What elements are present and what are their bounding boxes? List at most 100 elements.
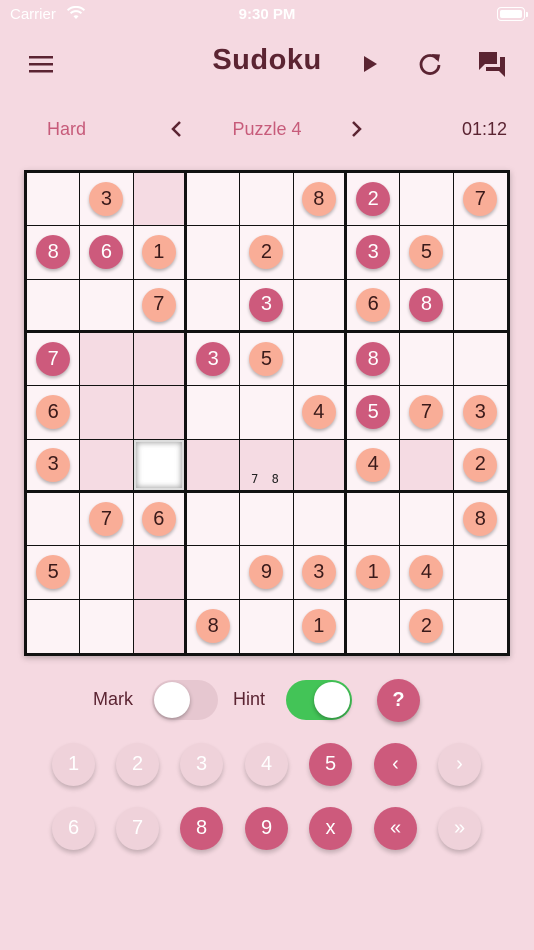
play-button[interactable] <box>356 50 384 78</box>
sudoku-cell[interactable] <box>293 279 347 333</box>
redo-all-key[interactable]: » <box>438 807 481 850</box>
chat-button[interactable] <box>476 48 508 80</box>
sudoku-cell[interactable] <box>346 492 401 547</box>
sudoku-cell[interactable]: 7 <box>400 386 454 440</box>
digit-3-key[interactable]: 3 <box>180 743 223 786</box>
help-button[interactable]: ? <box>377 679 420 722</box>
sudoku-cell[interactable] <box>80 599 134 653</box>
sudoku-cell[interactable] <box>80 332 134 387</box>
sudoku-cell[interactable]: 4 <box>293 386 347 440</box>
sudoku-cell[interactable] <box>27 492 81 547</box>
sudoku-cell[interactable] <box>133 599 187 653</box>
sudoku-cell[interactable] <box>27 279 81 333</box>
digit-5-key[interactable]: 5 <box>309 743 352 786</box>
sudoku-cell[interactable] <box>80 386 134 440</box>
sudoku-cell[interactable]: 1 <box>346 546 401 600</box>
sudoku-cell[interactable]: 2 <box>400 599 454 653</box>
sudoku-cell[interactable]: 4 <box>400 546 454 600</box>
digit-6-key[interactable]: 6 <box>52 807 95 850</box>
sudoku-cell[interactable] <box>80 439 134 493</box>
sudoku-cell[interactable]: 2 <box>346 173 401 227</box>
sudoku-cell[interactable]: 8 <box>453 492 507 547</box>
sudoku-cell[interactable]: 3 <box>80 173 134 227</box>
sudoku-cell[interactable] <box>453 332 507 387</box>
sudoku-cell[interactable]: 8 <box>400 279 454 333</box>
sudoku-cell[interactable]: 6 <box>27 386 81 440</box>
sudoku-cell[interactable] <box>400 173 454 227</box>
sudoku-cell[interactable] <box>240 492 294 547</box>
sudoku-cell[interactable]: 5 <box>240 332 294 387</box>
undo-key[interactable]: ‹ <box>374 743 417 786</box>
sudoku-cell[interactable]: 1 <box>293 599 347 653</box>
sudoku-cell[interactable]: 8 <box>186 599 241 653</box>
sudoku-cell[interactable] <box>186 386 241 440</box>
refresh-button[interactable] <box>415 49 445 79</box>
sudoku-cell[interactable]: 3 <box>293 546 347 600</box>
sudoku-cell[interactable]: 3 <box>240 279 294 333</box>
sudoku-cell[interactable]: 8 <box>293 173 347 227</box>
sudoku-cell[interactable]: 7 <box>453 173 507 227</box>
sudoku-cell[interactable] <box>453 279 507 333</box>
sudoku-cell[interactable]: 6 <box>80 226 134 280</box>
sudoku-cell[interactable]: 8 <box>27 226 81 280</box>
sudoku-cell[interactable]: 3 <box>453 386 507 440</box>
sudoku-cell[interactable] <box>186 173 241 227</box>
sudoku-cell[interactable] <box>80 279 134 333</box>
sudoku-cell[interactable] <box>133 439 187 493</box>
sudoku-cell[interactable] <box>240 386 294 440</box>
sudoku-cell[interactable]: 9 <box>240 546 294 600</box>
sudoku-cell[interactable]: 6 <box>346 279 401 333</box>
sudoku-cell[interactable] <box>453 226 507 280</box>
sudoku-cell[interactable] <box>293 492 347 547</box>
sudoku-cell[interactable] <box>133 173 187 227</box>
sudoku-cell[interactable] <box>293 226 347 280</box>
hint-toggle[interactable] <box>286 680 352 720</box>
sudoku-cell[interactable]: 2 <box>240 226 294 280</box>
digit-9-key[interactable]: 9 <box>245 807 288 850</box>
sudoku-cell[interactable]: 7 <box>80 492 134 547</box>
sudoku-cell[interactable] <box>400 492 454 547</box>
sudoku-cell[interactable] <box>293 439 347 493</box>
sudoku-cell[interactable] <box>80 546 134 600</box>
sudoku-cell[interactable] <box>186 279 241 333</box>
digit-4-key[interactable]: 4 <box>245 743 288 786</box>
sudoku-cell[interactable] <box>400 332 454 387</box>
erase-key[interactable]: x <box>309 807 352 850</box>
sudoku-cell[interactable] <box>186 546 241 600</box>
sudoku-cell[interactable]: 6 <box>133 492 187 547</box>
sudoku-cell[interactable]: 3 <box>27 439 81 493</box>
sudoku-cell[interactable] <box>240 599 294 653</box>
sudoku-cell[interactable] <box>400 439 454 493</box>
sudoku-cell[interactable]: 5 <box>400 226 454 280</box>
next-puzzle-button[interactable] <box>345 118 367 140</box>
sudoku-cell[interactable]: 5 <box>27 546 81 600</box>
sudoku-cell[interactable] <box>27 599 81 653</box>
sudoku-cell[interactable]: 5 <box>346 386 401 440</box>
sudoku-cell[interactable] <box>133 386 187 440</box>
sudoku-cell[interactable]: 7 <box>133 279 187 333</box>
sudoku-cell[interactable] <box>346 599 401 653</box>
sudoku-cell[interactable] <box>186 492 241 547</box>
digit-2-key[interactable]: 2 <box>116 743 159 786</box>
sudoku-cell[interactable] <box>186 226 241 280</box>
redo-key[interactable]: › <box>438 743 481 786</box>
sudoku-cell[interactable]: 3 <box>186 332 241 387</box>
undo-all-key[interactable]: « <box>374 807 417 850</box>
mark-toggle[interactable] <box>152 680 218 720</box>
sudoku-cell[interactable]: 1 <box>133 226 187 280</box>
sudoku-cell[interactable] <box>186 439 241 493</box>
sudoku-cell[interactable]: 3 <box>346 226 401 280</box>
digit-1-key[interactable]: 1 <box>52 743 95 786</box>
digit-7-key[interactable]: 7 <box>116 807 159 850</box>
sudoku-cell[interactable] <box>453 546 507 600</box>
sudoku-cell[interactable] <box>453 599 507 653</box>
sudoku-cell[interactable]: 8 <box>346 332 401 387</box>
sudoku-cell[interactable] <box>133 546 187 600</box>
sudoku-cell[interactable]: 2 <box>453 439 507 493</box>
sudoku-cell[interactable] <box>133 332 187 387</box>
sudoku-cell[interactable] <box>27 173 81 227</box>
sudoku-cell[interactable]: 4 <box>346 439 401 493</box>
sudoku-cell[interactable] <box>240 173 294 227</box>
sudoku-cell[interactable] <box>293 332 347 387</box>
digit-8-key[interactable]: 8 <box>180 807 223 850</box>
